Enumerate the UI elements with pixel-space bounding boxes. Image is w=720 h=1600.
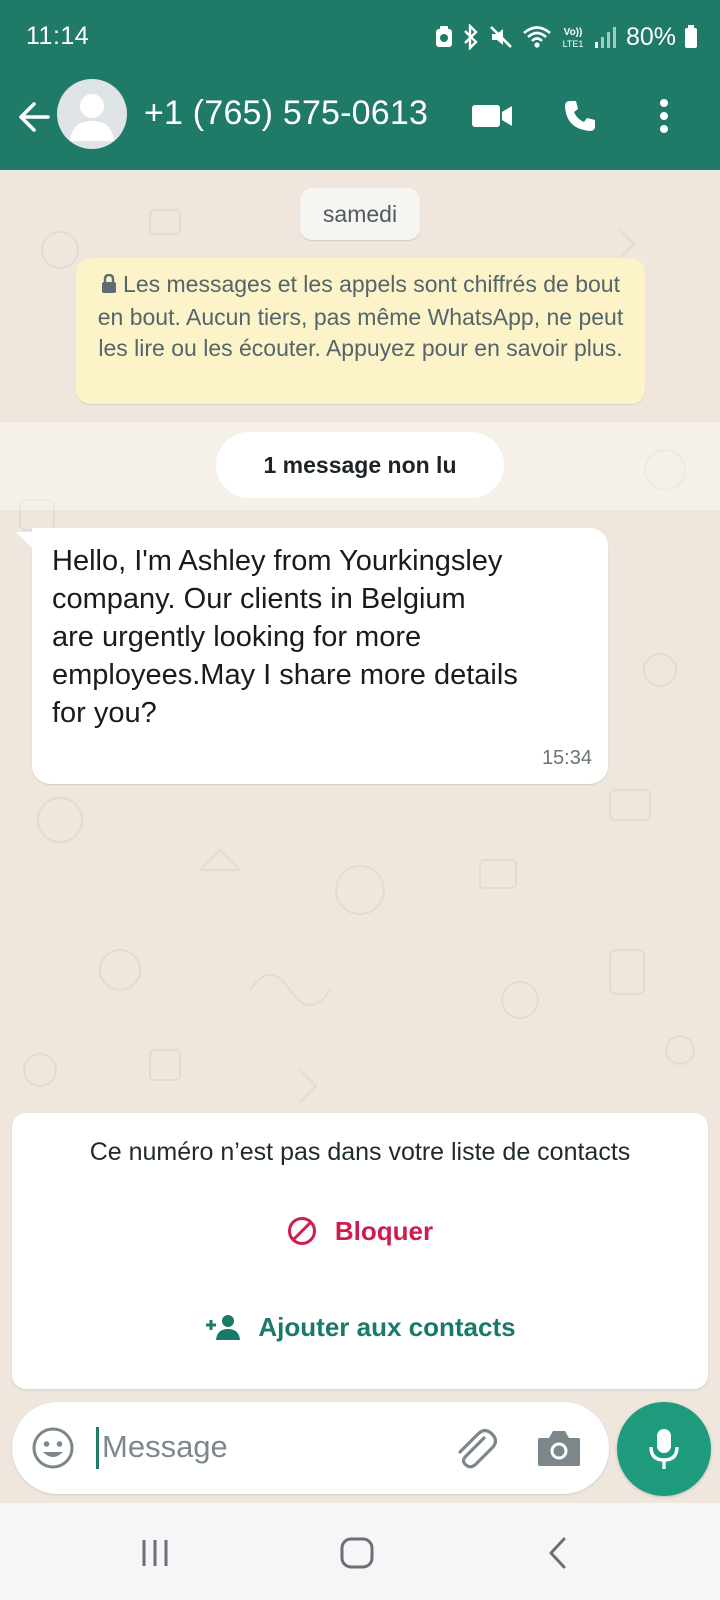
chat-area[interactable]: samedi Les messages et les appels sont c…: [0, 170, 720, 1503]
emoji-button[interactable]: [30, 1425, 76, 1471]
system-navigation-bar: [0, 1503, 720, 1600]
block-label: Bloquer: [334, 1215, 434, 1246]
message-time: 15:34: [541, 747, 592, 769]
alarm-icon: [434, 25, 454, 49]
status-bar: 11:14 Vo)) LTE1 80%: [0, 0, 720, 76]
emoji-icon: [32, 1427, 74, 1469]
video-call-button[interactable]: [468, 94, 516, 138]
back-button[interactable]: [14, 96, 56, 138]
unknown-contact-card: Ce numéro n’est pas dans votre liste de …: [12, 1113, 708, 1389]
home-icon: [340, 1537, 374, 1569]
block-icon: [287, 1217, 316, 1245]
more-options-button[interactable]: [640, 94, 688, 138]
recent-apps-button[interactable]: [125, 1531, 185, 1575]
unknown-contact-notice: Ce numéro n’est pas dans votre liste de …: [89, 1138, 631, 1166]
chat-header: +1 (765) 575-0613: [0, 76, 720, 170]
message-composer: [12, 1402, 609, 1494]
system-back-button[interactable]: [527, 1531, 587, 1575]
mute-icon: [488, 24, 514, 50]
video-call-icon: [472, 105, 512, 127]
chevron-left-icon: [549, 1537, 566, 1569]
volte-icon: Vo)) LTE1: [560, 24, 586, 50]
text-caret: [96, 1427, 99, 1469]
camera-button[interactable]: [536, 1426, 582, 1470]
battery-percent: 80%: [625, 22, 676, 51]
message-input[interactable]: [102, 1419, 422, 1475]
unread-banner: 1 message non lu: [216, 432, 504, 498]
incoming-message[interactable]: Hello, I'm Ashley from Yourkingsley comp…: [32, 528, 608, 784]
camera-icon: [538, 1431, 580, 1466]
voice-call-button[interactable]: [556, 94, 604, 138]
svg-text:LTE1: LTE1: [563, 39, 584, 49]
microphone-icon: [649, 1429, 679, 1469]
voice-call-icon: [565, 101, 595, 131]
recent-apps-icon: [142, 1540, 168, 1566]
app-header-container: 11:14 Vo)) LTE1 80% +1 (765) 575-0613: [0, 0, 720, 170]
default-avatar-icon: [70, 94, 114, 141]
encryption-notice[interactable]: Les messages et les appels sont chiffrés…: [76, 258, 645, 404]
more-options-icon: [660, 99, 668, 133]
message-text: Hello, I'm Ashley from Yourkingsley comp…: [52, 545, 518, 729]
signal-icon: [594, 25, 616, 49]
contact-title[interactable]: +1 (765) 575-0613: [144, 94, 428, 133]
back-arrow-icon: [19, 102, 50, 132]
lock-icon: [101, 271, 117, 302]
add-contact-button[interactable]: Ajouter aux contacts: [12, 1289, 708, 1365]
status-icons: Vo)) LTE1 80%: [434, 22, 698, 52]
encryption-notice-text: Les messages et les appels sont chiffrés…: [97, 271, 624, 361]
home-button[interactable]: [327, 1531, 387, 1575]
bluetooth-icon: [462, 24, 480, 50]
block-button[interactable]: Bloquer: [12, 1193, 708, 1269]
svg-text:Vo)): Vo)): [564, 27, 583, 38]
add-contact-label: Ajouter aux contacts: [258, 1311, 516, 1342]
voice-message-button[interactable]: [617, 1402, 711, 1496]
battery-icon: [684, 25, 698, 49]
date-chip: samedi: [300, 188, 420, 240]
attach-button[interactable]: [450, 1424, 500, 1474]
add-person-icon: [206, 1315, 241, 1340]
paperclip-icon: [458, 1428, 498, 1469]
status-time: 11:14: [26, 22, 90, 50]
wifi-icon: [522, 24, 552, 50]
contact-avatar[interactable]: [57, 79, 127, 149]
